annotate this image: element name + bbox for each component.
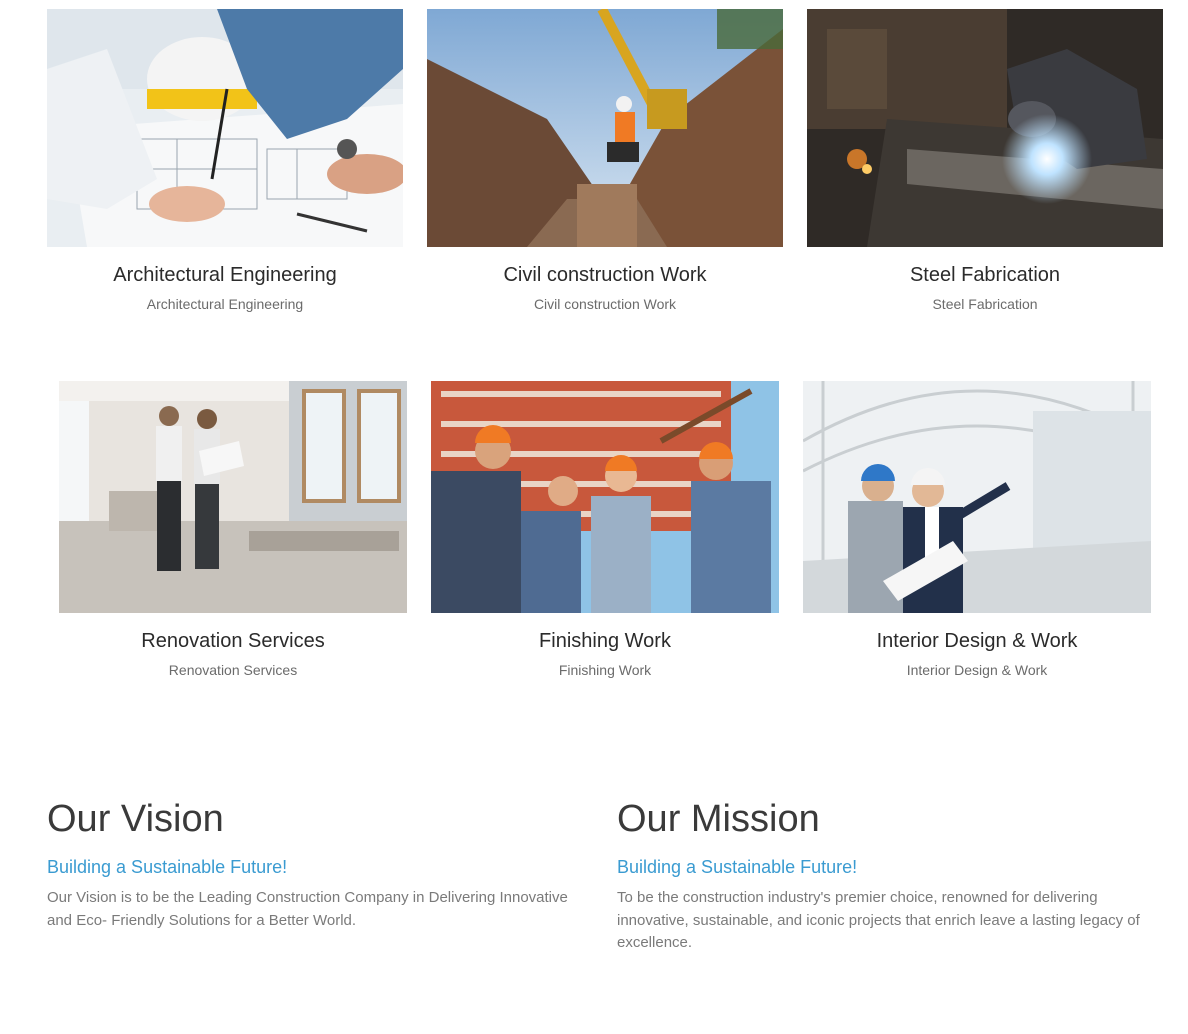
mission-heading: Our Mission xyxy=(617,798,820,840)
welder-sparks-image[interactable] xyxy=(807,9,1163,247)
service-card-steel[interactable]: Steel Fabrication Steel Fabrication xyxy=(807,9,1163,312)
mission-section: Our Mission Building a Sustainable Futur… xyxy=(617,796,1157,955)
service-title[interactable]: Steel Fabrication xyxy=(807,264,1163,286)
service-subtitle: Finishing Work xyxy=(558,662,652,678)
service-card-interior[interactable]: Interior Design & Work Interior Design &… xyxy=(803,381,1151,678)
service-card-finishing[interactable]: Finishing Work Finishing Work xyxy=(431,381,779,678)
vision-section: Our Vision Building a Sustainable Future… xyxy=(47,796,577,932)
service-title[interactable]: Finishing Work xyxy=(431,630,779,652)
service-subtitle: Civil construction Work xyxy=(533,296,677,312)
service-subtitle: Architectural Engineering xyxy=(146,296,304,312)
mission-text: To be the construction industry's premie… xyxy=(617,889,1140,951)
trench-excavator-image[interactable] xyxy=(427,9,783,247)
service-card-renovation[interactable]: Renovation Services Renovation Services xyxy=(59,381,407,678)
engineers-walkway-image[interactable] xyxy=(803,381,1151,613)
cheering-workers-image[interactable] xyxy=(431,381,779,613)
vision-text: Our Vision is to be the Leading Construc… xyxy=(47,889,568,929)
service-subtitle: Interior Design & Work xyxy=(906,662,1048,678)
service-card-civil[interactable]: Civil construction Work Civil constructi… xyxy=(427,9,783,312)
service-title[interactable]: Civil construction Work xyxy=(427,264,783,286)
vision-heading: Our Vision xyxy=(47,798,224,840)
architect-blueprint-image[interactable] xyxy=(47,9,403,247)
service-title[interactable]: Interior Design & Work xyxy=(803,630,1151,652)
mission-tagline: Building a Sustainable Future! xyxy=(617,857,858,877)
vision-tagline: Building a Sustainable Future! xyxy=(47,857,288,877)
service-subtitle: Steel Fabrication xyxy=(932,296,1038,312)
service-title[interactable]: Architectural Engineering xyxy=(47,264,403,286)
service-subtitle: Renovation Services xyxy=(168,662,298,678)
service-card-architectural[interactable]: Architectural Engineering Architectural … xyxy=(47,9,403,312)
service-title[interactable]: Renovation Services xyxy=(59,630,407,652)
renovation-workers-image[interactable] xyxy=(59,381,407,613)
